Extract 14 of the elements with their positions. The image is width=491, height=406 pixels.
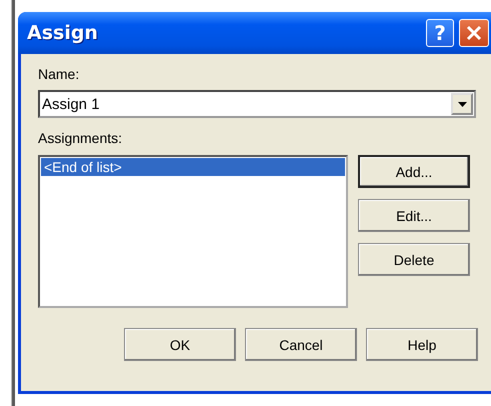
assignments-label: Assignments:	[38, 130, 122, 146]
name-label: Name:	[38, 66, 80, 82]
action-button[interactable]: Delete	[358, 243, 470, 276]
action-button[interactable]: Add...	[358, 155, 470, 188]
assignments-list[interactable]: <End of list>	[38, 155, 348, 308]
list-item[interactable]: <End of list>	[41, 158, 345, 176]
window-title: Assign	[27, 22, 99, 44]
name-value: Assign 1	[41, 96, 101, 112]
dialog-button[interactable]: Help	[366, 328, 478, 361]
help-button[interactable]: ?	[426, 19, 454, 47]
dialog-button[interactable]: OK	[124, 328, 236, 361]
action-button[interactable]: Edit...	[358, 199, 470, 232]
name-dropdown[interactable]: Assign 1	[38, 90, 476, 118]
dialog-button[interactable]: Cancel	[245, 328, 357, 361]
